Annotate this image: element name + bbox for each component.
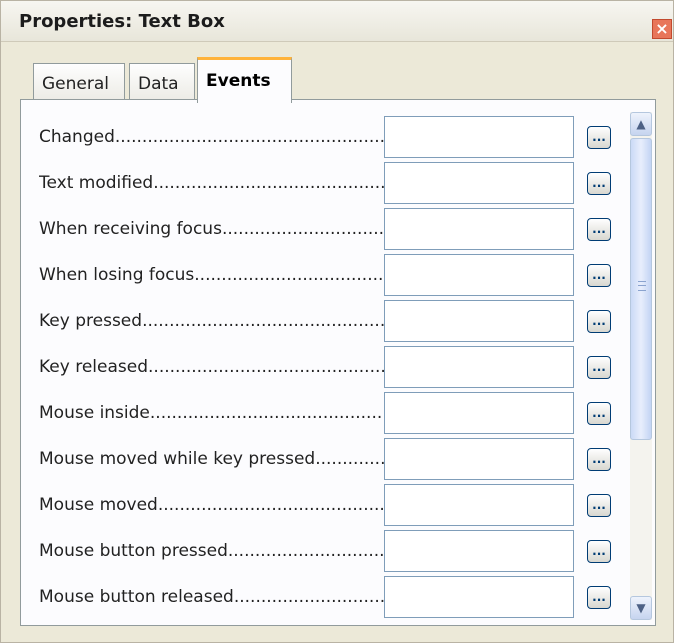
event-label: When losing focus.......................…	[39, 265, 394, 285]
event-macro-field[interactable]	[384, 484, 574, 526]
close-button[interactable]: ×	[652, 19, 672, 39]
event-label: Mouse button pressed....................…	[39, 541, 394, 561]
assign-macro-button[interactable]: ...	[587, 172, 611, 195]
event-row-mouse-moved: Mouse moved.............................…	[21, 483, 611, 529]
event-macro-field[interactable]	[384, 576, 574, 618]
scroll-up-button[interactable]: ▲	[630, 112, 652, 136]
event-macro-field[interactable]	[384, 116, 574, 158]
event-row-receiving-focus: When receiving focus....................…	[21, 207, 611, 253]
assign-macro-button[interactable]: ...	[587, 356, 611, 379]
assign-macro-button[interactable]: ...	[587, 218, 611, 241]
window-title: Properties: Text Box	[19, 11, 225, 32]
scroll-thumb[interactable]	[630, 138, 652, 440]
assign-macro-button[interactable]: ...	[587, 494, 611, 517]
grip-icon	[638, 281, 646, 291]
event-label: Mouse moved.............................…	[39, 495, 394, 515]
event-label: Mouse inside............................…	[39, 403, 394, 423]
event-macro-field[interactable]	[384, 346, 574, 388]
assign-macro-button[interactable]: ...	[587, 126, 611, 149]
assign-macro-button[interactable]: ...	[587, 540, 611, 563]
event-row-changed: Changed.................................…	[21, 115, 611, 161]
assign-macro-button[interactable]: ...	[587, 264, 611, 287]
event-row-mouse-button-pressed: Mouse button pressed....................…	[21, 529, 611, 575]
tab-events[interactable]: Events	[197, 57, 292, 103]
event-label: Changed.................................…	[39, 127, 386, 147]
events-panel: Changed.................................…	[20, 99, 656, 626]
event-row-mouse-moved-key-pressed: Mouse moved while key pressed...........…	[21, 437, 611, 483]
chevron-down-icon: ▼	[636, 601, 646, 615]
event-macro-field[interactable]	[384, 254, 574, 296]
assign-macro-button[interactable]: ...	[587, 586, 611, 609]
event-macro-field[interactable]	[384, 208, 574, 250]
assign-macro-button[interactable]: ...	[587, 448, 611, 471]
assign-macro-button[interactable]: ...	[587, 402, 611, 425]
event-label: Mouse button released...................…	[39, 587, 394, 607]
event-row-losing-focus: When losing focus.......................…	[21, 253, 611, 299]
vertical-scrollbar[interactable]: ▲ ▼	[630, 112, 652, 620]
event-macro-field[interactable]	[384, 392, 574, 434]
event-label: Key released............................…	[39, 357, 394, 377]
event-row-text-modified: Text modified...........................…	[21, 161, 611, 207]
event-row-key-pressed: Key pressed.............................…	[21, 299, 611, 345]
event-label: Mouse moved while key pressed...........…	[39, 449, 394, 469]
event-label: When receiving focus....................…	[39, 219, 394, 239]
close-icon: ×	[655, 19, 669, 38]
event-row-mouse-button-released: Mouse button released...................…	[21, 575, 611, 621]
event-macro-field[interactable]	[384, 162, 574, 204]
event-macro-field[interactable]	[384, 438, 574, 480]
event-macro-field[interactable]	[384, 530, 574, 572]
assign-macro-button[interactable]: ...	[587, 310, 611, 333]
event-row-key-released: Key released............................…	[21, 345, 611, 391]
properties-dialog: Properties: Text Box × General Data Even…	[0, 0, 674, 643]
scroll-down-button[interactable]: ▼	[630, 596, 652, 620]
event-label: Key pressed.............................…	[39, 311, 394, 331]
title-bar[interactable]: Properties: Text Box ×	[1, 1, 673, 42]
chevron-up-icon: ▲	[636, 117, 646, 131]
event-macro-field[interactable]	[384, 300, 574, 342]
tab-data[interactable]: Data	[129, 63, 195, 101]
event-row-mouse-inside: Mouse inside............................…	[21, 391, 611, 437]
tab-general[interactable]: General	[33, 63, 125, 101]
event-label: Text modified...........................…	[39, 173, 394, 193]
